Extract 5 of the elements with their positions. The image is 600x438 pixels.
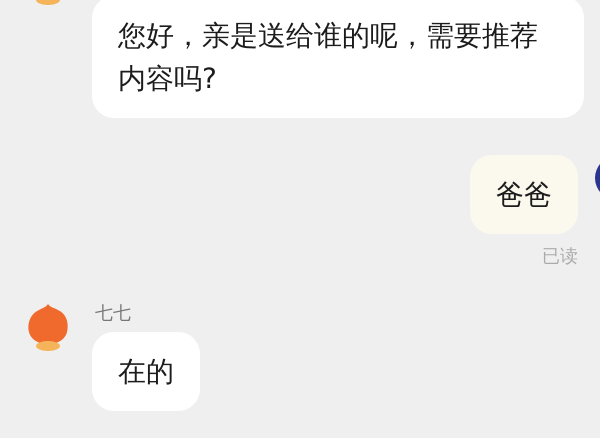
message-bubble: 爸爸 [470,155,578,234]
read-status: 已读 [542,246,578,268]
sender-name: 七七 [95,302,131,326]
message-bubble: 在的 [92,332,200,411]
message-bubble: 您好，亲是送给谁的呢，需要推荐内容吗? [92,0,584,118]
